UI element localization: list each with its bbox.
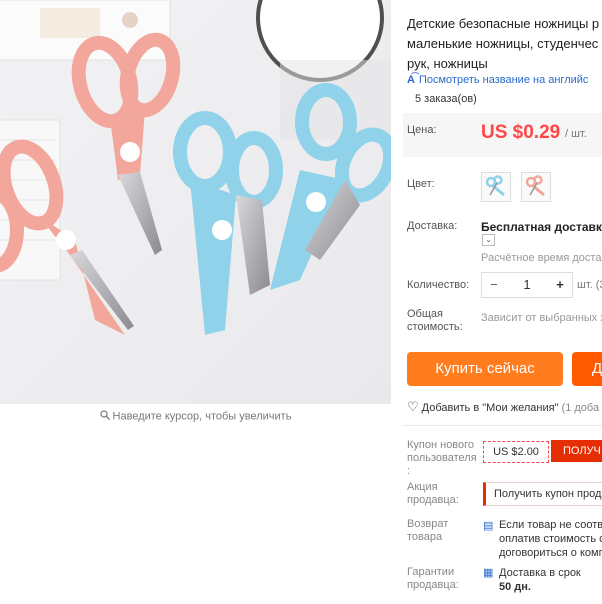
orders-count: 5 заказа(ов) — [415, 93, 477, 105]
delivery-calendar-icon: ▦ — [483, 567, 494, 579]
get-seller-coupon-button[interactable]: Получить купон прод — [483, 482, 602, 506]
total-label-line: Общая — [407, 308, 443, 320]
seller-promo-label-line: Акция — [407, 481, 438, 493]
shipping-value: Бесплатная доставка в — [481, 220, 602, 234]
guarantee-label-line: Гарантии — [407, 566, 455, 578]
translate-link-text: Посмотреть название на английс — [418, 74, 589, 86]
shipping-estimate: Расчётное время достав — [481, 252, 602, 264]
product-title: Детские безопасные ножницы р маленькие н… — [407, 14, 602, 74]
divider — [403, 425, 602, 426]
guarantee-label-line: продавца: — [407, 579, 459, 591]
price-value: US $0.29 — [481, 122, 561, 143]
guarantee-days: 50 дн. — [499, 581, 531, 593]
returns-text: Если товар не соотве оплатив стоимость о… — [499, 518, 602, 560]
coupon-label-line: пользователя — [407, 452, 477, 464]
total-label-line: стоимость: — [407, 321, 463, 333]
translate-title-link[interactable]: A͡ Посмотреть название на английс — [407, 74, 588, 86]
quantity-plus-button[interactable]: + — [548, 273, 572, 297]
title-line: маленькие ножницы, студенчес — [407, 36, 599, 51]
translate-icon: A͡ — [407, 74, 415, 86]
blue-scissors-thumb-icon — [485, 175, 505, 197]
coupon-amount: US $2.00 — [483, 441, 549, 463]
magnifier-icon — [99, 410, 110, 423]
add-to-wishlist-link[interactable]: ♡ Добавить в "Мои желания" (1 доба — [407, 399, 599, 415]
quantity-stepper: − 1 + — [481, 272, 573, 298]
pink-scissors-thumb-icon — [525, 175, 545, 197]
color-swatch-blue[interactable] — [481, 172, 511, 202]
title-line: рук, ножницы — [407, 56, 488, 71]
color-swatch-pink[interactable] — [521, 172, 551, 202]
guarantee-text-line: Доставка в срок — [499, 567, 581, 579]
return-policy-icon: ▤ — [483, 520, 494, 532]
shipping-dropdown[interactable]: ⌄ — [482, 234, 495, 246]
returns-text-line: оплатив стоимость о — [499, 533, 602, 545]
zoom-hint: Наведите курсор, чтобы увеличить — [0, 410, 391, 423]
guarantee-text: Доставка в срок 50 дн. — [499, 566, 581, 594]
buy-now-button[interactable]: Купить сейчас — [407, 352, 563, 386]
coupon-label-line: Купон нового — [407, 439, 475, 451]
total-value: Зависит от выбранных х — [481, 312, 602, 324]
total-label: Общая стоимость: — [407, 308, 463, 334]
seller-promo-label-line: продавца: — [407, 494, 459, 506]
get-coupon-button[interactable]: ПОЛУЧ — [551, 440, 602, 462]
returns-text-line: Если товар не соотве — [499, 519, 602, 531]
quantity-unit: шт. (3 — [577, 279, 602, 291]
color-label: Цвет: — [407, 178, 435, 190]
wishlist-count: (1 доба — [561, 402, 600, 414]
product-details: Детские безопасные ножницы р маленькие н… — [391, 0, 602, 604]
coupon-label-line: : — [407, 465, 411, 477]
seller-promo-label: Акция продавца: — [407, 481, 459, 507]
returns-text-line: договориться о комп — [499, 547, 602, 559]
shipping-label: Доставка: — [407, 220, 458, 232]
quantity-label: Количество: — [407, 279, 470, 291]
product-photo — [0, 0, 391, 404]
returns-label-line: Возврат — [407, 518, 449, 530]
add-to-cart-button[interactable]: Д — [572, 352, 602, 386]
quantity-input[interactable]: 1 — [506, 273, 548, 297]
product-main-image[interactable] — [0, 0, 391, 404]
wishlist-label: Добавить в "Мои желания" — [421, 402, 559, 414]
title-line: Детские безопасные ножницы р — [407, 16, 600, 31]
guarantee-label: Гарантии продавца: — [407, 566, 459, 592]
heart-icon: ♡ — [407, 399, 419, 414]
zoom-hint-text: Наведите курсор, чтобы увеличить — [112, 410, 292, 423]
returns-label: Возврат товара — [407, 518, 448, 544]
new-user-coupon-label: Купон нового пользователя : — [407, 439, 477, 478]
quantity-minus-button[interactable]: − — [482, 273, 506, 297]
price-unit: / шт. — [565, 128, 587, 140]
chevron-down-icon: ⌄ — [485, 235, 492, 244]
returns-label-line: товара — [407, 531, 443, 543]
price-label: Цена: — [407, 124, 437, 136]
